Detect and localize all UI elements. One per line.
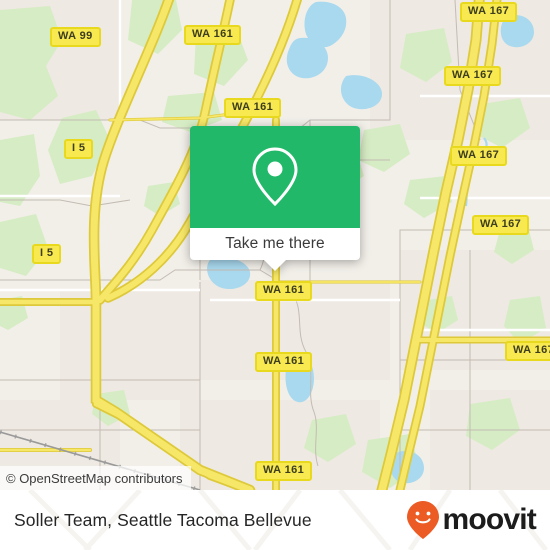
map-canvas[interactable]: WA 167 WA 161 WA 99 WA 167 WA 161 I 5 WA 167 WA… <box>0 0 550 490</box>
shield-wa-167-4: WA 167 <box>472 215 530 235</box>
callout-tail <box>264 260 286 271</box>
moovit-brand[interactable]: moovit <box>406 500 537 540</box>
shield-wa-161-1: WA 161 <box>184 25 242 45</box>
destination-callout-card[interactable]: Take me there <box>190 126 360 271</box>
shield-wa-167-2: WA 167 <box>444 66 502 86</box>
callout-pin-panel <box>190 126 360 228</box>
shield-wa-161-2: WA 161 <box>224 98 282 118</box>
page-title: Soller Team, Seattle Tacoma Bellevue <box>14 509 312 530</box>
moovit-map-screenshot: WA 167 WA 161 WA 99 WA 167 WA 161 I 5 WA 167 WA… <box>0 0 550 550</box>
shield-wa-161-5: WA 161 <box>255 461 313 481</box>
shield-wa-161-4: WA 161 <box>255 352 313 372</box>
map-attribution[interactable]: © OpenStreetMap contributors <box>0 466 191 490</box>
take-me-there-label: Take me there <box>225 235 325 252</box>
attribution-text: © OpenStreetMap contributors <box>6 470 183 486</box>
take-me-there-button[interactable]: Take me there <box>190 228 360 271</box>
shield-wa-161-3: WA 161 <box>255 281 313 301</box>
shield-wa-167-5: WA 167 <box>505 341 550 361</box>
shield-i-5-2: I 5 <box>32 244 62 264</box>
location-pin-icon <box>252 147 298 207</box>
shield-i-5-1: I 5 <box>64 139 94 159</box>
moovit-pin-smiley-icon <box>407 501 440 539</box>
shield-wa-167-1: WA 167 <box>460 2 518 22</box>
footer-bar: Soller Team, Seattle Tacoma Bellevue moo… <box>0 490 550 550</box>
moovit-wordmark: moovit <box>442 503 536 536</box>
shield-wa-99-1: WA 99 <box>50 27 101 47</box>
shield-wa-167-3: WA 167 <box>450 146 508 166</box>
